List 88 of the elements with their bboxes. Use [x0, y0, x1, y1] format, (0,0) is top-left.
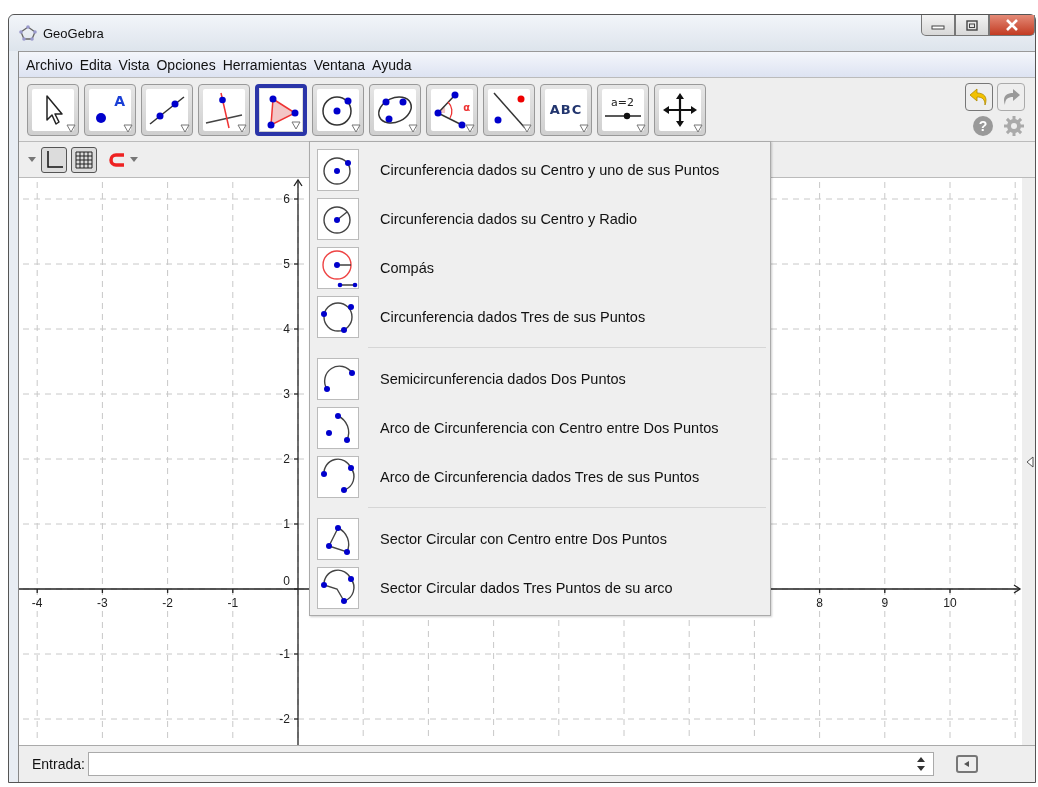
collapse-arrow-icon[interactable]	[1026, 455, 1034, 468]
menu-item[interactable]: Ventana	[313, 55, 366, 74]
tool-button[interactable]	[369, 83, 421, 136]
menu-item[interactable]: Circunferencia dados su Centro y uno de sus Puntos	[310, 145, 770, 194]
menu-item[interactable]: Semicircunferencia dados Dos Puntos	[310, 354, 770, 403]
maximize-icon	[966, 19, 978, 31]
axis-label: 8	[816, 596, 823, 610]
axes-toggle[interactable]	[41, 146, 67, 173]
input-field[interactable]	[87, 752, 934, 776]
tool-button[interactable]	[198, 83, 250, 136]
sector-icon	[317, 517, 359, 560]
caret-icon	[465, 123, 475, 133]
caret-icon	[291, 120, 301, 130]
axis-label: 1	[283, 517, 290, 531]
menu-item[interactable]: Opciones	[156, 55, 216, 74]
caret-icon	[579, 123, 589, 133]
grid-toggle[interactable]	[71, 146, 97, 173]
menu-item[interactable]: Herramientas	[222, 55, 307, 74]
tool-button[interactable]	[27, 83, 79, 136]
axis-label: 10	[943, 596, 957, 610]
menu-item[interactable]: Archivo	[26, 55, 73, 74]
arc-three-points-icon	[317, 455, 359, 498]
window-title: GeoGebra	[43, 25, 104, 41]
point-icon	[95, 111, 107, 124]
left-triangle-icon	[962, 760, 971, 768]
close-button[interactable]	[989, 15, 1035, 36]
minimize-button[interactable]	[921, 15, 955, 36]
up-down-arrows-icon[interactable]	[916, 757, 925, 771]
menu-item[interactable]: Vista	[118, 55, 150, 74]
caret-icon	[693, 123, 703, 133]
undo-button[interactable]	[965, 82, 993, 111]
axis-label: -1	[227, 596, 239, 610]
axis-label: -4	[31, 596, 43, 610]
axis-label: 6	[283, 192, 290, 206]
caret-icon	[351, 123, 361, 133]
axis-label: 9	[881, 596, 889, 610]
tool-button[interactable]	[654, 83, 706, 136]
axis-label: -2	[279, 712, 290, 726]
caret-icon	[180, 123, 190, 133]
undo-arrow-icon	[968, 85, 990, 108]
axes-icon	[44, 149, 64, 170]
circle-radius-icon	[317, 197, 359, 240]
caret-icon[interactable]	[129, 156, 139, 163]
arc-icon	[317, 406, 359, 449]
axis-label: 4	[283, 322, 290, 336]
slider-icon	[604, 110, 642, 121]
axis-label: -2	[162, 596, 173, 610]
menu-item[interactable]: Arco de Circunferencia dados Tres de sus Puntos	[310, 452, 770, 501]
input-label: Entrada:	[32, 756, 85, 772]
caret-icon	[66, 123, 76, 133]
caret-icon	[408, 123, 418, 133]
maximize-button[interactable]	[955, 15, 989, 36]
tool-button[interactable]	[141, 83, 193, 136]
grid-icon	[74, 149, 94, 170]
sector-three-points-icon	[317, 566, 359, 609]
tool-button[interactable]: α	[426, 83, 478, 136]
caret-icon	[636, 123, 646, 133]
caret-icon	[123, 123, 133, 133]
menu-item[interactable]: Circunferencia dados su Centro y Radio	[310, 194, 770, 243]
tool-button[interactable]	[483, 83, 535, 136]
menu-item[interactable]: Circunferencia dados Tres de sus Puntos	[310, 292, 770, 341]
compass-icon	[317, 246, 359, 289]
menu-item[interactable]: Edita	[79, 55, 112, 74]
tool-button[interactable]: A	[84, 83, 136, 136]
tool-button[interactable]: ABC	[540, 83, 592, 136]
menu-item[interactable]: Sector Circular con Centro entre Dos Puntos	[310, 514, 770, 563]
tool-button[interactable]	[255, 83, 307, 136]
axis-label: -3	[97, 596, 108, 610]
pentagon-icon	[19, 25, 37, 41]
caret-icon	[237, 123, 247, 133]
axis-label: 2	[283, 452, 290, 466]
semicircle-icon	[317, 357, 359, 400]
menu-item[interactable]: Arco de Circunferencia con Centro entre Dos Puntos	[310, 403, 770, 452]
tool-button[interactable]: a=2	[597, 83, 649, 136]
circle-three-points-icon	[317, 295, 359, 338]
caret-icon[interactable]	[27, 156, 37, 163]
menu-item[interactable]: Sector Circular dados Tres Puntos de su arco	[310, 563, 770, 612]
caret-icon	[522, 123, 532, 133]
tool-button[interactable]	[312, 83, 364, 136]
axis-label: -1	[279, 647, 290, 661]
axis-label: 5	[283, 257, 290, 271]
close-icon	[1005, 19, 1019, 31]
magnet-icon[interactable]	[109, 152, 125, 167]
menu-item[interactable]: Ayuda	[372, 55, 412, 74]
axis-label: 0	[283, 574, 290, 588]
menu-item[interactable]: Compás	[310, 243, 770, 292]
keyboard-toggle-button[interactable]	[955, 755, 978, 773]
axis-label: 3	[283, 387, 290, 401]
